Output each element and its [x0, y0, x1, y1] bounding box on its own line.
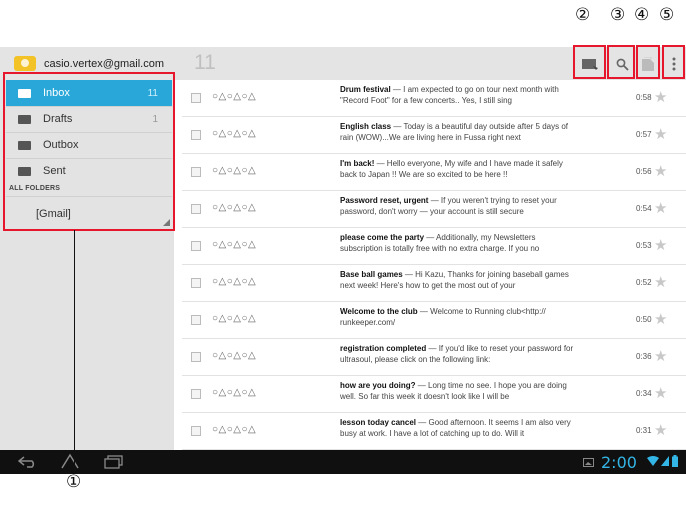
- account-email: casio.vertex@gmail.com: [44, 57, 164, 70]
- message-preview: lesson today cancel — Good afternoon. It…: [340, 417, 580, 439]
- message-sender: ○△○△○△: [212, 165, 257, 176]
- callout-leader-line: [74, 230, 75, 472]
- message-sender: ○△○△○△: [212, 313, 257, 324]
- message-time: 0:57: [636, 130, 652, 139]
- callout-3: ③: [610, 5, 626, 25]
- message-subject: registration completed: [340, 344, 427, 353]
- message-time: 0:50: [636, 315, 652, 324]
- select-checkbox[interactable]: [191, 204, 201, 214]
- message-subject: lesson today cancel: [340, 418, 417, 427]
- star-icon[interactable]: ★: [654, 88, 667, 106]
- message-row[interactable]: ○△○△○△ registration completed — If you'd …: [182, 339, 686, 376]
- select-checkbox[interactable]: [191, 241, 201, 251]
- message-subject: Password reset, urgent: [340, 196, 429, 205]
- message-time: 0:54: [636, 204, 652, 213]
- select-checkbox[interactable]: [191, 315, 201, 325]
- back-icon[interactable]: [18, 456, 38, 468]
- message-row[interactable]: ○△○△○△ how are you doing? — Long time no …: [182, 376, 686, 413]
- callout-1: ①: [66, 472, 82, 492]
- callout-4: ④: [634, 5, 650, 25]
- message-row[interactable]: ○△○△○△ Drum festival — I am expected to g…: [182, 80, 686, 117]
- message-sender: ○△○△○△: [212, 239, 257, 250]
- callout-5: ⑤: [659, 5, 675, 25]
- message-sender: ○△○△○△: [212, 387, 257, 398]
- message-subject: Welcome to the club: [340, 307, 418, 316]
- message-time: 0:52: [636, 278, 652, 287]
- select-checkbox[interactable]: [191, 389, 201, 399]
- select-checkbox[interactable]: [191, 352, 201, 362]
- message-time: 0:58: [636, 93, 652, 102]
- callout-box-labels: [636, 45, 660, 79]
- message-preview: please come the party — Additionally, my…: [340, 232, 580, 254]
- star-icon[interactable]: ★: [654, 236, 667, 254]
- message-preview: Drum festival — I am expected to go on t…: [340, 84, 580, 106]
- message-sender: ○△○△○△: [212, 424, 257, 435]
- message-subject: I'm back!: [340, 159, 375, 168]
- select-checkbox[interactable]: [191, 130, 201, 140]
- account-icon: [14, 56, 36, 71]
- message-time: 0:31: [636, 426, 652, 435]
- message-row[interactable]: ○△○△○△ lesson today cancel — Good afterno…: [182, 413, 686, 450]
- callout-box-search: [607, 45, 635, 79]
- message-row[interactable]: ○△○△○△ please come the party — Additional…: [182, 228, 686, 265]
- message-sender: ○△○△○△: [212, 276, 257, 287]
- star-icon[interactable]: ★: [654, 421, 667, 439]
- star-icon[interactable]: ★: [654, 310, 667, 328]
- message-sender: ○△○△○△: [212, 91, 257, 102]
- star-icon[interactable]: ★: [654, 199, 667, 217]
- message-row[interactable]: ○△○△○△ I'm back! — Hello everyone, My wif…: [182, 154, 686, 191]
- message-subject: Drum festival: [340, 85, 391, 94]
- message-preview: how are you doing? — Long time no see. I…: [340, 380, 580, 402]
- battery-icon: [672, 455, 678, 467]
- status-clock: 2:00: [601, 453, 637, 472]
- recent-apps-icon[interactable]: [104, 455, 124, 469]
- message-row[interactable]: ○△○△○△ Password reset, urgent — If you we…: [182, 191, 686, 228]
- message-time: 0:56: [636, 167, 652, 176]
- unread-count: 11: [194, 51, 216, 74]
- star-icon[interactable]: ★: [654, 273, 667, 291]
- message-snippet: — Hello everyone, My wife and I have mad…: [340, 159, 563, 179]
- message-preview: Welcome to the club — Welcome to Running…: [340, 306, 580, 328]
- signal-icon: [661, 456, 669, 466]
- message-time: 0:34: [636, 389, 652, 398]
- message-preview: registration completed — If you'd like t…: [340, 343, 580, 365]
- star-icon[interactable]: ★: [654, 384, 667, 402]
- callout-box-folders: [3, 72, 175, 231]
- message-preview: I'm back! — Hello everyone, My wife and …: [340, 158, 580, 180]
- star-icon[interactable]: ★: [654, 162, 667, 180]
- message-row[interactable]: ○△○△○△ English class — Today is a beautif…: [182, 117, 686, 154]
- message-time: 0:36: [636, 352, 652, 361]
- message-subject: Base ball games: [340, 270, 403, 279]
- message-preview: Password reset, urgent — If you weren't …: [340, 195, 580, 217]
- callout-box-compose: [573, 45, 606, 79]
- message-time: 0:53: [636, 241, 652, 250]
- gallery-notification-icon: [583, 458, 594, 467]
- callout-box-menu: [662, 45, 685, 79]
- message-preview: Base ball games — Hi Kazu, Thanks for jo…: [340, 269, 580, 291]
- select-checkbox[interactable]: [191, 278, 201, 288]
- select-checkbox[interactable]: [191, 93, 201, 103]
- star-icon[interactable]: ★: [654, 347, 667, 365]
- message-subject: how are you doing?: [340, 381, 416, 390]
- select-checkbox[interactable]: [191, 426, 201, 436]
- message-row[interactable]: ○△○△○△ Welcome to the club — Welcome to R…: [182, 302, 686, 339]
- message-subject: please come the party: [340, 233, 425, 242]
- message-sender: ○△○△○△: [212, 350, 257, 361]
- message-subject: English class: [340, 122, 392, 131]
- select-checkbox[interactable]: [191, 167, 201, 177]
- callout-2: ②: [575, 5, 591, 25]
- message-sender: ○△○△○△: [212, 202, 257, 213]
- message-row[interactable]: ○△○△○△ Base ball games — Hi Kazu, Thanks …: [182, 265, 686, 302]
- wifi-icon: [647, 456, 659, 466]
- message-preview: English class — Today is a beautiful day…: [340, 121, 580, 143]
- message-sender: ○△○△○△: [212, 128, 257, 139]
- star-icon[interactable]: ★: [654, 125, 667, 143]
- home-icon[interactable]: [61, 453, 79, 469]
